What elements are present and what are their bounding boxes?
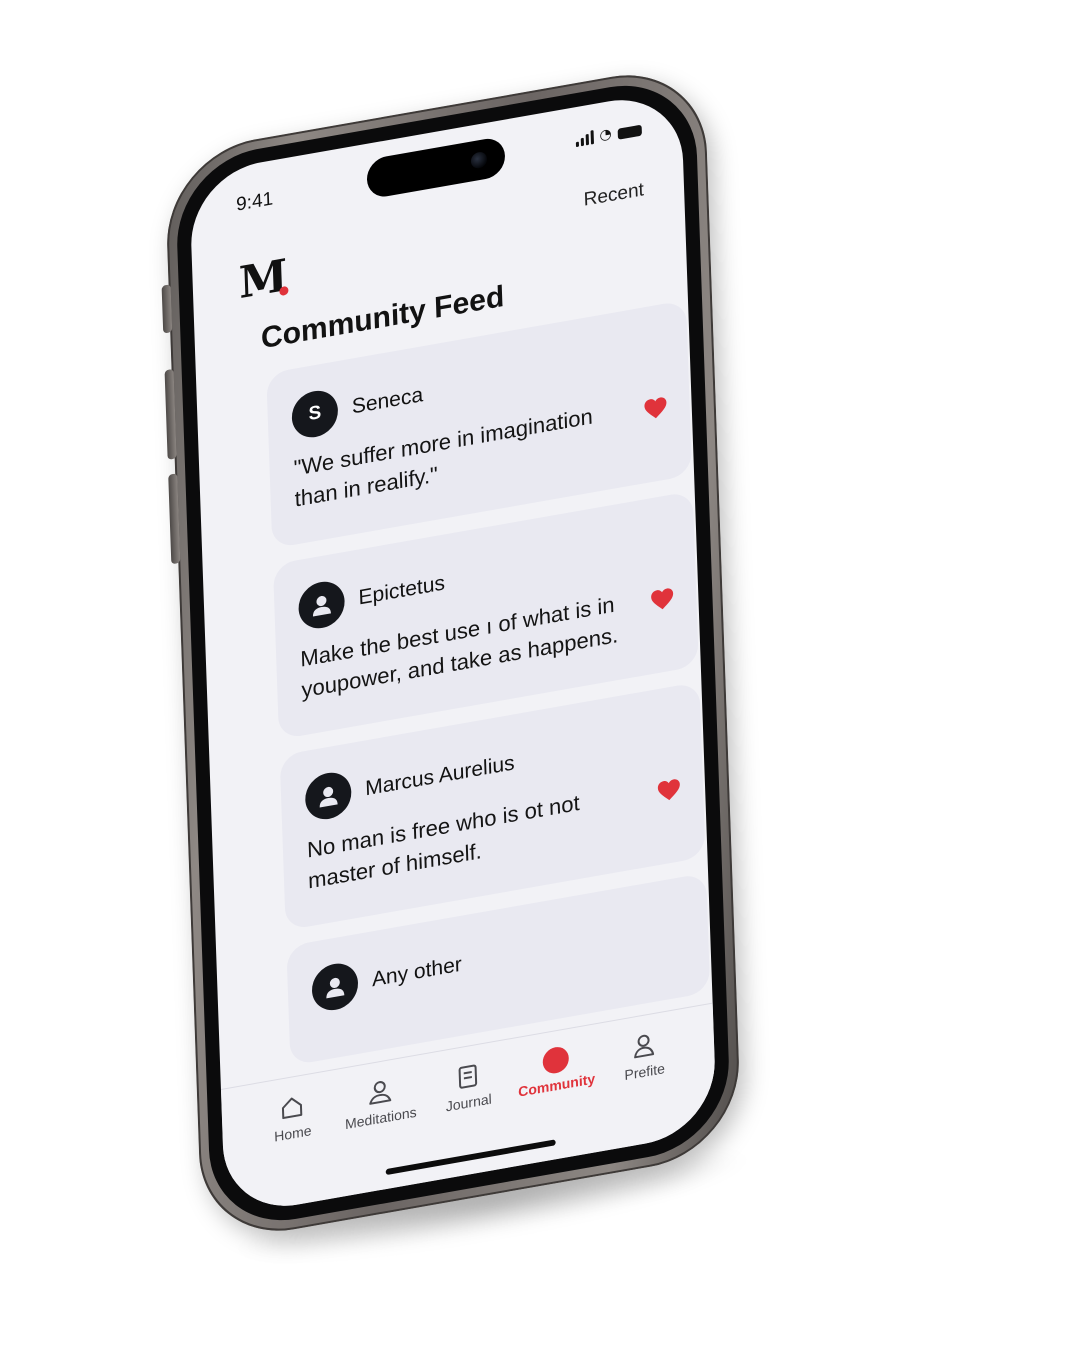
tab-home[interactable]: Home — [252, 1087, 334, 1149]
phone: 9:41 ◔ Recent M Community Feed S Seneca … — [161, 60, 754, 1280]
avatar[interactable] — [297, 578, 346, 632]
volume-up-button — [164, 368, 177, 460]
stage: 9:41 ◔ Recent M Community Feed S Seneca … — [0, 0, 1080, 1350]
status-icons: ◔ — [575, 122, 642, 148]
tab-label: Home — [273, 1122, 312, 1145]
camera-icon — [470, 150, 488, 170]
home-icon — [281, 1097, 303, 1120]
user-icon — [312, 595, 331, 617]
author-name[interactable]: Any other — [372, 953, 463, 993]
author-name[interactable]: Marcus Aurelius — [365, 751, 515, 801]
meditations-icon — [369, 1081, 392, 1105]
tab-label: Prefite — [624, 1060, 666, 1084]
avatar[interactable] — [311, 959, 359, 1014]
wifi-icon: ◔ — [599, 125, 613, 144]
recent-filter-button[interactable]: Recent — [583, 179, 644, 211]
card-header: Any other — [311, 903, 684, 1014]
screen: 9:41 ◔ Recent M Community Feed S Seneca … — [188, 88, 718, 1218]
dynamic-island — [366, 135, 506, 200]
avatar[interactable]: S — [291, 387, 339, 441]
battery-icon — [617, 124, 642, 140]
heart-icon[interactable] — [657, 777, 682, 803]
community-feed: S Seneca "We suffer more in imagination … — [266, 299, 711, 1082]
author-name[interactable]: Seneca — [351, 383, 423, 419]
volume-down-button — [168, 473, 181, 565]
action-button — [161, 284, 173, 334]
tab-profile[interactable]: Prefite — [603, 1025, 685, 1087]
tab-meditations[interactable]: Meditations — [339, 1071, 421, 1133]
tab-label: Community — [517, 1070, 596, 1100]
phone-frame: 9:41 ◔ Recent M Community Feed S Seneca … — [161, 60, 742, 1246]
tab-journal[interactable]: Journal — [427, 1056, 509, 1118]
profile-icon — [634, 1034, 655, 1059]
tab-label: Meditations — [344, 1103, 417, 1133]
app-logo: M — [238, 250, 287, 310]
user-icon — [319, 786, 338, 808]
author-name[interactable]: Epictetus — [358, 571, 445, 610]
user-icon — [326, 977, 345, 999]
status-time: 9:41 — [235, 188, 274, 216]
journal-icon — [458, 1064, 478, 1089]
avatar[interactable] — [304, 769, 353, 823]
logo-dot — [279, 285, 289, 297]
tab-community[interactable]: Community — [515, 1040, 597, 1102]
heart-icon[interactable] — [650, 586, 675, 612]
tab-label: Journal — [445, 1090, 492, 1115]
heart-icon[interactable] — [643, 395, 668, 421]
community-icon — [542, 1045, 570, 1076]
signal-icon — [575, 130, 594, 148]
